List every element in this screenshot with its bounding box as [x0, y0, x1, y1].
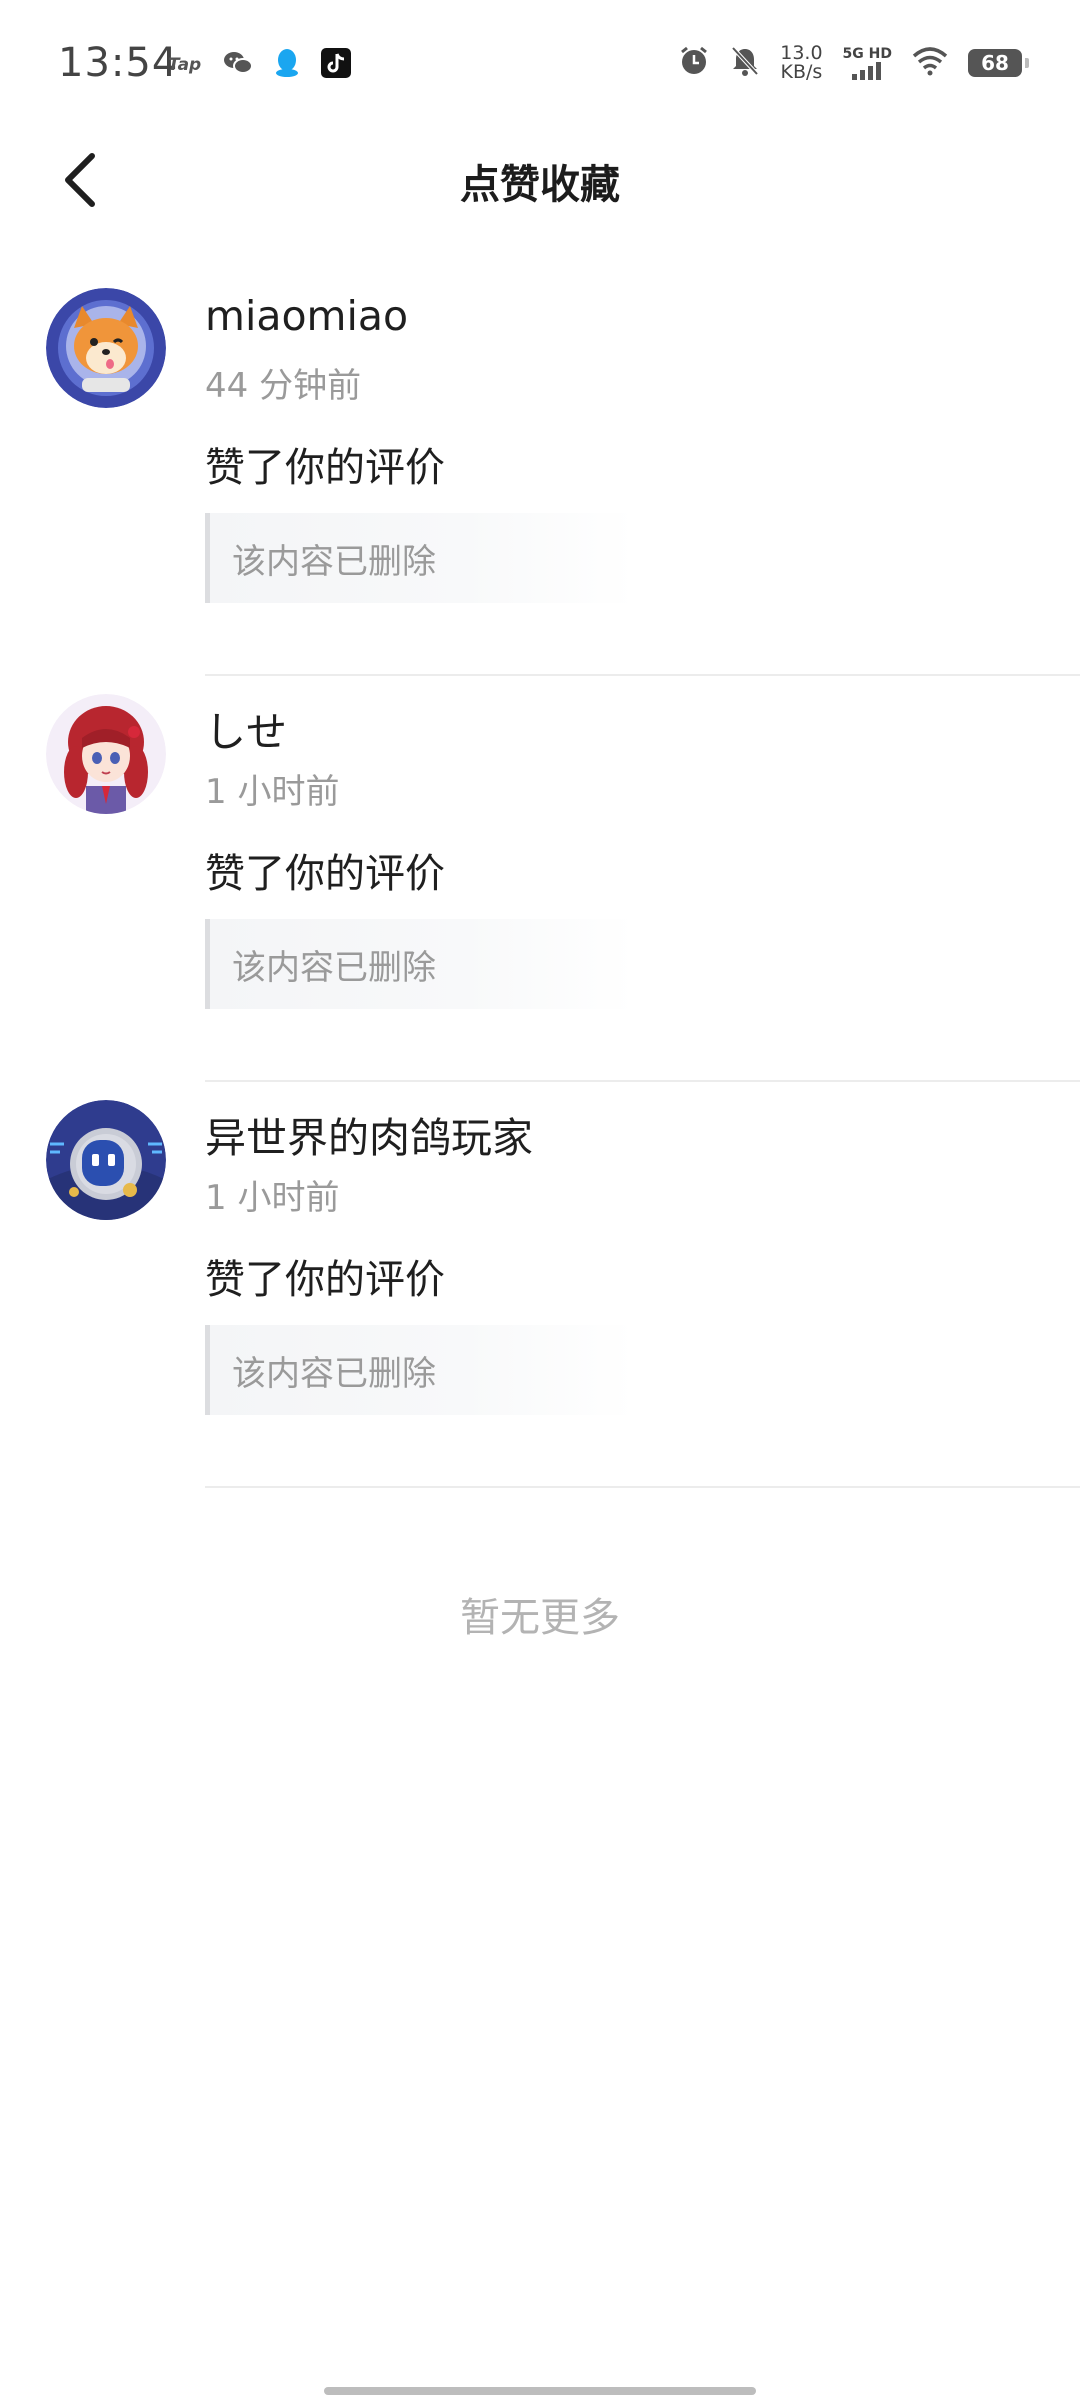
page-title: 点赞收藏	[460, 162, 620, 208]
anime-girl-avatar-icon	[46, 694, 166, 814]
alarm-icon	[678, 45, 710, 81]
quoted-content[interactable]: 该内容已删除	[205, 513, 635, 603]
status-bar: 13:54 Tap 13.0 KB/s 5G HD 68	[0, 0, 1080, 130]
quoted-content[interactable]: 该内容已删除	[205, 1325, 635, 1415]
qq-icon	[275, 48, 299, 82]
quoted-content-text: 该内容已删除	[232, 1353, 436, 1394]
action-text: 赞了你的评价	[205, 445, 445, 491]
quoted-content[interactable]: 该内容已删除	[205, 919, 635, 1009]
network-speed-unit: KB/s	[780, 61, 823, 83]
list-item[interactable]: しせ 1 小时前 赞了你的评价 该内容已删除	[0, 676, 1080, 1082]
wechat-icon	[223, 50, 254, 80]
list-item[interactable]: 异世界的肉鸽玩家 1 小时前 赞了你的评价 该内容已删除	[0, 1082, 1080, 1488]
home-indicator[interactable]	[324, 2387, 756, 2395]
avatar[interactable]	[46, 288, 166, 408]
tiktok-icon	[321, 48, 352, 82]
avatar[interactable]	[46, 694, 166, 814]
battery-level: 68	[981, 51, 1009, 75]
no-more-text: 暂无更多	[460, 1595, 620, 1641]
quoted-content-text: 该内容已删除	[232, 947, 436, 988]
status-app-icons: Tap	[168, 48, 352, 82]
timestamp: 44 分钟前	[205, 366, 362, 406]
cellular-signal: 5G HD	[843, 46, 892, 80]
username[interactable]: miaomiao	[205, 292, 408, 340]
status-time: 13:54	[58, 40, 179, 86]
action-text: 赞了你的评价	[205, 851, 445, 897]
network-type: 5G HD	[842, 46, 892, 62]
quoted-content-text: 该内容已删除	[232, 541, 436, 582]
mute-bell-icon	[730, 45, 760, 81]
notification-list: miaomiao 44 分钟前 赞了你的评价 该内容已删除 しせ 1 小时前 赞…	[0, 270, 1080, 1488]
divider	[205, 1486, 1080, 1488]
username[interactable]: しせ	[205, 698, 287, 758]
action-text: 赞了你的评价	[205, 1257, 445, 1303]
battery-icon: 68	[968, 49, 1029, 77]
robot-avatar-icon	[46, 1100, 166, 1220]
timestamp: 1 小时前	[205, 772, 340, 812]
signal-bars-icon	[852, 62, 882, 80]
timestamp: 1 小时前	[205, 1178, 340, 1218]
status-right-icons: 13.0 KB/s 5G HD 68	[678, 44, 1029, 82]
avatar[interactable]	[46, 1100, 166, 1220]
network-speed: 13.0 KB/s	[780, 44, 822, 82]
username[interactable]: 异世界的肉鸽玩家	[205, 1104, 533, 1164]
list-item[interactable]: miaomiao 44 分钟前 赞了你的评价 该内容已删除	[0, 270, 1080, 676]
shiba-dog-avatar-icon	[46, 288, 166, 408]
tap-icon: Tap	[168, 55, 202, 75]
nav-bar: 点赞收藏	[0, 130, 1080, 230]
wifi-icon	[912, 46, 948, 80]
